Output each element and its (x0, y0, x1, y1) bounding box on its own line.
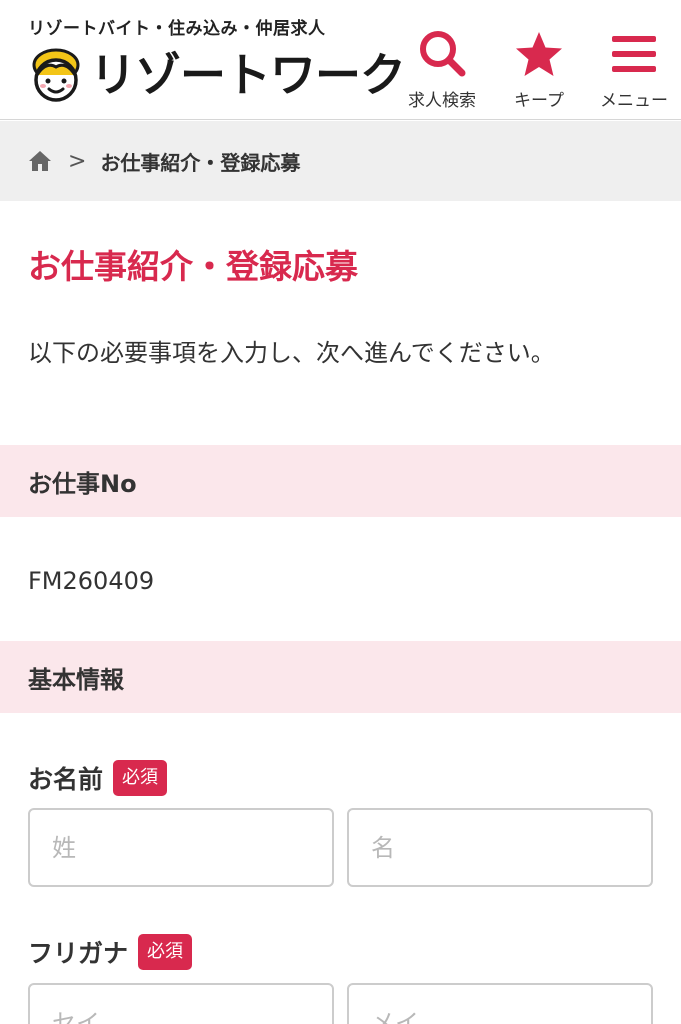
site-header: リゾートバイト・住み込み・仲居求人 リゾートワーク 求人検索 キープ メニュー (0, 0, 681, 120)
job-number-value: FM260409 (28, 567, 155, 595)
logo-face-icon (32, 48, 80, 102)
name-field-label: お名前 必須 (28, 760, 168, 796)
breadcrumb-separator: > (68, 148, 87, 174)
breadcrumb-current: お仕事紹介・登録応募 (100, 150, 301, 175)
nav-keep-button[interactable]: キープ (504, 26, 574, 112)
last-name-kana-input[interactable] (28, 983, 334, 1024)
last-name-input[interactable] (28, 808, 334, 887)
kana-label-text: フリガナ (28, 939, 129, 968)
kana-field-label: フリガナ 必須 (28, 934, 193, 970)
hamburger-menu-icon (606, 26, 662, 82)
intro-text: 以下の必要事項を入力し、次へ進んでください。 (28, 339, 555, 367)
nav-menu-button[interactable]: メニュー (594, 26, 674, 112)
nav-menu-label: メニュー (600, 91, 668, 111)
logo-text: リゾートワーク (90, 48, 406, 102)
section-heading-job-number: お仕事No (0, 445, 681, 517)
first-name-kana-input[interactable] (347, 983, 653, 1024)
home-icon[interactable] (28, 149, 52, 173)
nav-keep-label: キープ (514, 91, 564, 111)
name-label-text: お名前 (28, 765, 104, 794)
section-heading-basic-info: 基本情報 (0, 641, 681, 713)
first-name-input[interactable] (347, 808, 653, 887)
site-logo[interactable]: リゾートワーク (26, 44, 406, 106)
required-badge: 必須 (138, 934, 193, 970)
site-tagline: リゾートバイト・住み込み・仲居求人 (28, 19, 326, 39)
required-badge: 必須 (113, 760, 168, 796)
page-title: お仕事紹介・登録応募 (28, 247, 358, 286)
nav-search-button[interactable]: 求人検索 (400, 26, 484, 112)
search-icon (414, 26, 470, 82)
breadcrumb: > お仕事紹介・登録応募 (0, 121, 681, 201)
star-icon (511, 26, 567, 82)
nav-search-label: 求人検索 (408, 91, 476, 111)
